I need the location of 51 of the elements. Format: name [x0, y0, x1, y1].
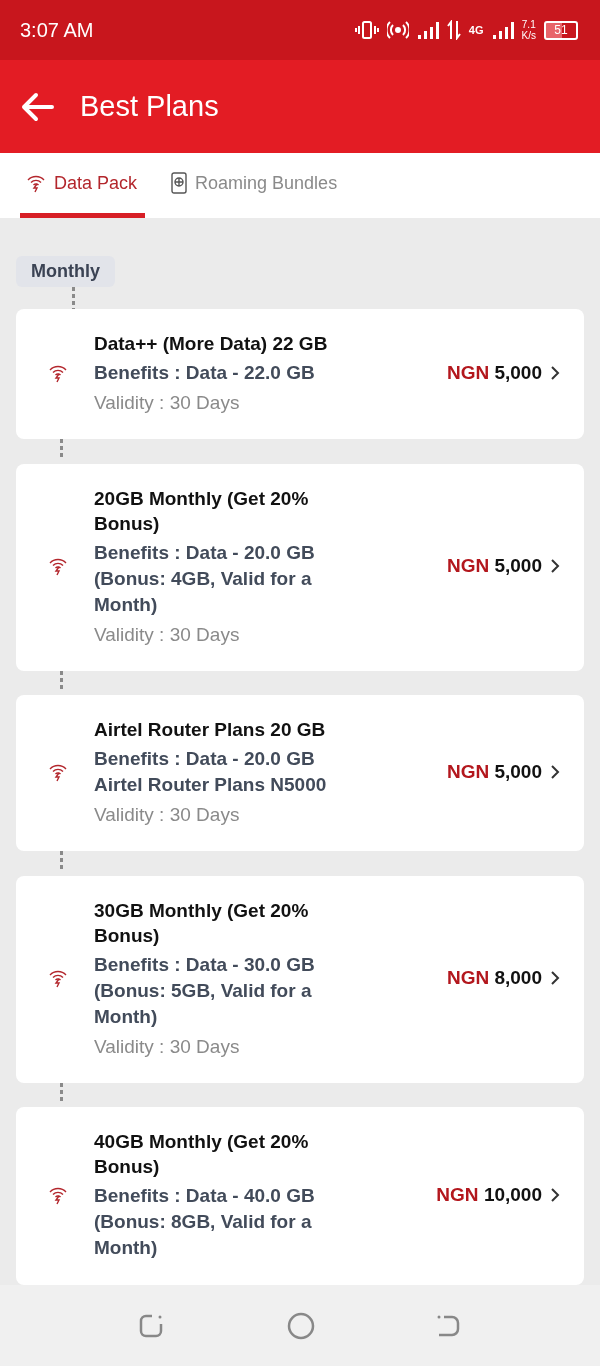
plan-benefits: Benefits : Data - 22.0 GB	[94, 361, 316, 385]
wifi-bolt-icon	[26, 173, 46, 193]
plan-name: 30GB Monthly (Get 20% Bonus)	[94, 898, 310, 948]
chevron-right-icon	[550, 365, 560, 381]
price-button[interactable]: NGN 8,000	[446, 967, 560, 989]
plan-name: Airtel Router Plans 20 GB	[94, 718, 327, 742]
plan-name: Data++ (More Data) 22 GB	[94, 332, 329, 356]
data-arrows-icon	[446, 20, 461, 40]
signal-icon	[491, 20, 514, 40]
tab[interactable]: Roaming Bundles	[165, 153, 346, 218]
phone-globe-icon	[171, 172, 188, 194]
plan-card[interactable]: Data++ (More Data) 22 GB Benefits : Data - 22.0 GB Validity : 30 Days NGN 5,000	[16, 309, 584, 439]
plan-card[interactable]: Airtel Router Plans 20 GB Benefits : Data - 20.0 GB Airtel Router Plans N5000 Validity : 30 Days NGN 5,000	[16, 695, 584, 851]
plan-validity: Validity : 30 Days	[94, 1034, 241, 1059]
chevron-right-icon	[550, 970, 560, 986]
plan-name: 40GB Monthly (Get 20% Bonus)	[94, 1130, 310, 1179]
plan-benefits: Benefits : Data - 30.0 GB (Bonus: 5GB, Valid for a Month)	[94, 952, 316, 1029]
price-button[interactable]: NGN 5,000	[446, 362, 560, 384]
plan-validity: Validity : 30 Days	[94, 391, 241, 415]
hotspot-icon	[386, 20, 409, 40]
section-label: Monthly	[16, 256, 115, 287]
wifi-bolt-icon	[48, 1185, 68, 1205]
signal-icon	[416, 20, 439, 40]
plan-validity: Validity : 30 Days	[94, 803, 241, 827]
price-button[interactable]: NGN 5,000	[446, 761, 560, 783]
home-button[interactable]	[286, 1310, 316, 1341]
wifi-bolt-icon	[48, 762, 68, 782]
price-button[interactable]: NGN 10,000	[436, 1184, 560, 1206]
plan-card[interactable]: 20GB Monthly (Get 20% Bonus) Benefits : Data - 20.0 GB (Bonus: 4GB, Valid for a Month) Validity : 30 Days NGN 5,000	[16, 463, 584, 671]
plan-name: 20GB Monthly (Get 20% Bonus)	[94, 486, 310, 536]
plan-card[interactable]: 40GB Monthly (Get 20% Bonus) Benefits : Data - 40.0 GB (Bonus: 8GB, Valid for a Month) NGN 10,000	[16, 1107, 584, 1285]
network-type: 4G	[468, 24, 484, 36]
status-time: 3:07 AM	[20, 18, 94, 42]
chevron-right-icon	[550, 558, 560, 574]
back-button[interactable]	[20, 91, 54, 122]
plan-card[interactable]: 30GB Monthly (Get 20% Bonus) Benefits : Data - 30.0 GB (Bonus: 5GB, Valid for a Month) Validity : 30 Days NGN 8,000	[16, 875, 584, 1083]
plan-benefits: Benefits : Data - 20.0 GB (Bonus: 4GB, Valid for a Month)	[94, 540, 316, 617]
vibrate-icon	[354, 20, 379, 40]
wifi-bolt-icon	[48, 363, 68, 383]
chevron-right-icon	[550, 1187, 560, 1203]
page-title: Best Plans	[80, 90, 219, 123]
plan-benefits: Benefits : Data - 20.0 GB Airtel Router Plans N5000	[94, 747, 328, 797]
tab[interactable]: Data Pack	[20, 153, 146, 218]
plan-validity: Validity : 30 Days	[94, 622, 241, 647]
wifi-bolt-icon	[48, 556, 68, 576]
network-speed: 7.1 K/s	[521, 19, 536, 41]
price-button[interactable]: NGN 5,000	[446, 555, 560, 577]
plan-benefits: Benefits : Data - 40.0 GB (Bonus: 8GB, Valid for a Month)	[94, 1184, 316, 1260]
wifi-bolt-icon	[48, 968, 68, 988]
chevron-right-icon	[550, 764, 560, 780]
battery-indicator: 51	[544, 20, 578, 40]
